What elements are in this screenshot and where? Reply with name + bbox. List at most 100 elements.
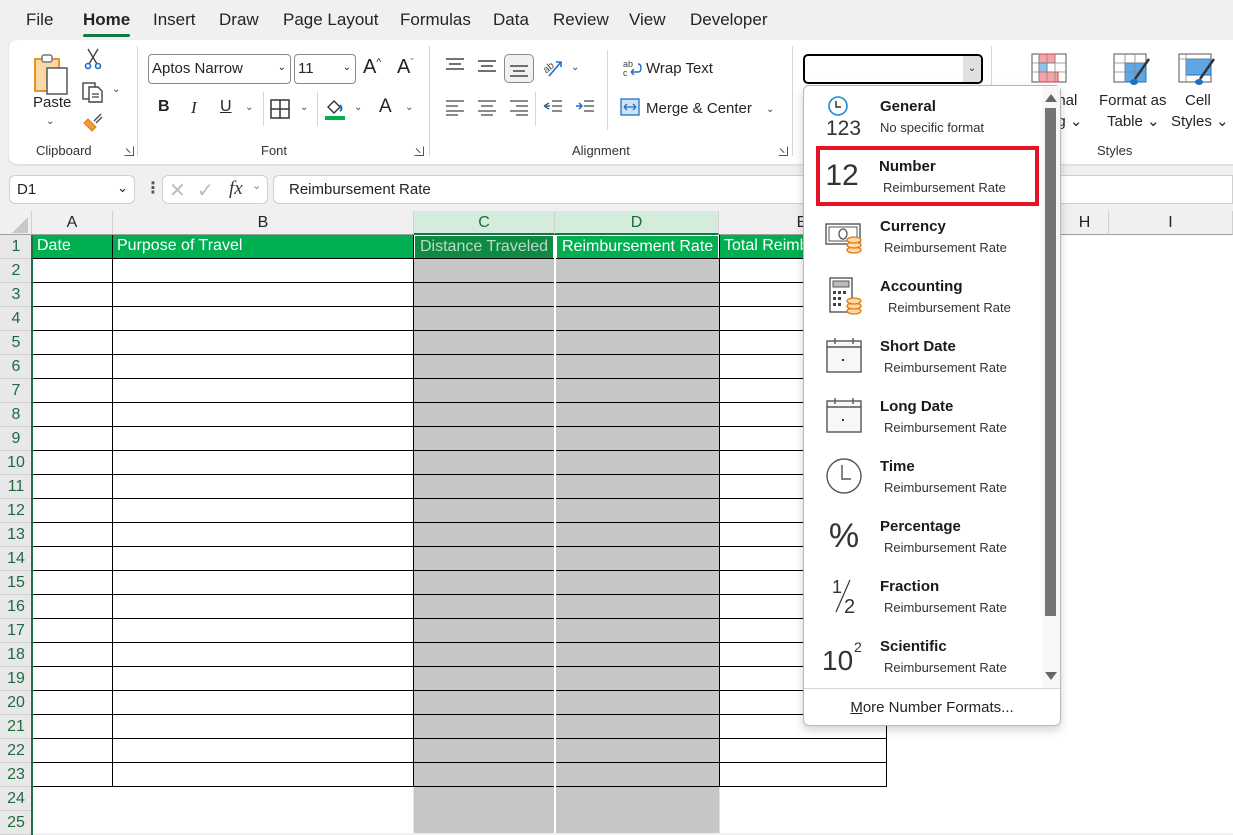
- orientation-icon[interactable]: ab: [541, 56, 563, 78]
- row-header-22[interactable]: 22: [0, 739, 32, 763]
- format-option-scientific[interactable]: 10 2 Scientific Reimbursement Rate: [806, 626, 1040, 686]
- column-header-h[interactable]: H: [1061, 211, 1109, 235]
- row-header-4[interactable]: 4: [0, 307, 32, 331]
- name-box[interactable]: D1 ⌄: [9, 175, 135, 204]
- font-name-dropdown[interactable]: Aptos Narrow ⌄: [148, 54, 291, 84]
- borders-button[interactable]: [269, 98, 291, 120]
- cell-d1[interactable]: Reimbursement Rate: [556, 235, 719, 259]
- row-header-20[interactable]: 20: [0, 691, 32, 715]
- row-header-14[interactable]: 14: [0, 547, 32, 571]
- align-top-icon[interactable]: [445, 58, 465, 72]
- column-header-a[interactable]: A: [32, 211, 113, 235]
- font-color-icon[interactable]: A: [379, 96, 392, 118]
- row-header-13[interactable]: 13: [0, 523, 32, 547]
- row-header-9[interactable]: 9: [0, 427, 32, 451]
- italic-icon[interactable]: I: [191, 98, 197, 118]
- cell-styles-label-line1[interactable]: Cell: [1185, 92, 1211, 109]
- row-header-17[interactable]: 17: [0, 619, 32, 643]
- align-left-icon[interactable]: [445, 100, 465, 116]
- decrease-font-size-icon[interactable]: Aˇ: [397, 56, 414, 79]
- scroll-up-arrow-icon[interactable]: [1045, 94, 1057, 102]
- scroll-down-arrow-icon[interactable]: [1045, 672, 1057, 680]
- number-format-dropdown[interactable]: ⌄: [803, 54, 983, 84]
- row-header-25[interactable]: 25: [0, 811, 32, 835]
- decrease-indent-icon[interactable]: [543, 100, 563, 116]
- tab-formulas[interactable]: Formulas: [400, 10, 471, 30]
- menu-scrollbar[interactable]: [1042, 86, 1060, 688]
- row-header-21[interactable]: 21: [0, 715, 32, 739]
- underline-dropdown-chevron-icon[interactable]: ⌄: [245, 102, 253, 113]
- fill-color-button[interactable]: [323, 96, 347, 122]
- copy-button[interactable]: [80, 80, 106, 104]
- row-header-5[interactable]: 5: [0, 331, 32, 355]
- paste-button[interactable]: [29, 50, 75, 100]
- wrap-text-button[interactable]: Wrap Text: [646, 60, 713, 77]
- column-header-c[interactable]: C: [414, 211, 555, 235]
- column-header-d[interactable]: D: [555, 211, 719, 235]
- tab-page-layout[interactable]: Page Layout: [283, 10, 378, 30]
- align-right-icon[interactable]: [509, 100, 529, 116]
- align-middle-icon[interactable]: [477, 60, 497, 74]
- fill-color-dropdown-chevron-icon[interactable]: ⌄: [354, 102, 362, 113]
- conditional-formatting-icon[interactable]: [1031, 53, 1067, 83]
- tab-view[interactable]: View: [629, 10, 666, 30]
- cut-button[interactable]: [82, 48, 104, 70]
- align-center-icon[interactable]: [477, 100, 497, 116]
- row-header-11[interactable]: 11: [0, 475, 32, 499]
- format-painter-button[interactable]: [81, 110, 105, 134]
- row-header-19[interactable]: 19: [0, 667, 32, 691]
- insert-function-icon[interactable]: fx: [229, 178, 243, 200]
- tab-draw[interactable]: Draw: [219, 10, 259, 30]
- more-number-formats-link[interactable]: More Number Formats...: [804, 688, 1060, 726]
- row-header-1[interactable]: 1: [0, 235, 32, 259]
- format-option-percentage[interactable]: % Percentage Reimbursement Rate: [806, 506, 1040, 566]
- format-option-long-date[interactable]: Long Date Reimbursement Rate: [806, 386, 1040, 446]
- tab-data[interactable]: Data: [493, 10, 529, 30]
- align-bottom-button[interactable]: [504, 54, 534, 83]
- column-header-b[interactable]: B: [113, 211, 414, 235]
- enter-checkmark-icon[interactable]: ✓: [197, 178, 214, 203]
- tab-home[interactable]: Home: [83, 10, 131, 37]
- cell-styles-icon[interactable]: [1178, 53, 1216, 89]
- column-header-i[interactable]: I: [1109, 211, 1233, 235]
- row-header-12[interactable]: 12: [0, 499, 32, 523]
- formula-bar-grip-icon[interactable]: ⋮: [145, 178, 161, 198]
- select-all-button[interactable]: [0, 211, 32, 235]
- cancel-icon[interactable]: ✕: [169, 178, 186, 203]
- cell-a1[interactable]: Date: [33, 235, 113, 259]
- cell-b1[interactable]: Purpose of Travel: [113, 235, 414, 259]
- alignment-dialog-launcher-icon[interactable]: [778, 146, 788, 156]
- format-option-fraction[interactable]: 12 Fraction Reimbursement Rate: [806, 566, 1040, 626]
- formula-input[interactable]: Reimbursement Rate: [273, 175, 1233, 204]
- cell-styles-label-line2[interactable]: Styles ⌄: [1171, 112, 1229, 130]
- format-as-table-icon[interactable]: [1113, 53, 1151, 89]
- copy-dropdown-chevron-icon[interactable]: ⌄: [112, 84, 120, 95]
- tab-insert[interactable]: Insert: [153, 10, 196, 30]
- row-header-24[interactable]: 24: [0, 787, 32, 811]
- row-header-10[interactable]: 10: [0, 451, 32, 475]
- tab-developer[interactable]: Developer: [690, 10, 768, 30]
- row-header-8[interactable]: 8: [0, 403, 32, 427]
- merge-center-button[interactable]: Merge & Center: [646, 100, 752, 117]
- row-header-3[interactable]: 3: [0, 283, 32, 307]
- scrollbar-thumb[interactable]: [1045, 108, 1056, 616]
- tab-review[interactable]: Review: [553, 10, 609, 30]
- format-as-table-label-line2[interactable]: Table ⌄: [1107, 112, 1160, 130]
- increase-font-size-icon[interactable]: A^: [363, 56, 381, 79]
- format-option-general[interactable]: 123 General No specific format: [806, 86, 1040, 146]
- row-header-6[interactable]: 6: [0, 355, 32, 379]
- format-option-accounting[interactable]: Accounting Reimbursement Rate: [806, 266, 1040, 326]
- format-option-time[interactable]: Time Reimbursement Rate: [806, 446, 1040, 506]
- wrap-text-icon[interactable]: abc: [622, 58, 642, 78]
- row-header-18[interactable]: 18: [0, 643, 32, 667]
- chevron-down-icon[interactable]: ⌄: [252, 179, 261, 192]
- format-as-table-label-line1[interactable]: Format as: [1099, 92, 1167, 109]
- row-header-23[interactable]: 23: [0, 763, 32, 787]
- clipboard-dialog-launcher-icon[interactable]: [124, 146, 134, 156]
- paste-label[interactable]: Paste: [33, 94, 71, 111]
- tab-file[interactable]: File: [26, 10, 53, 30]
- font-size-dropdown[interactable]: 11 ⌄: [294, 54, 356, 84]
- row-header-7[interactable]: 7: [0, 379, 32, 403]
- merge-center-icon[interactable]: [620, 98, 640, 116]
- row-header-15[interactable]: 15: [0, 571, 32, 595]
